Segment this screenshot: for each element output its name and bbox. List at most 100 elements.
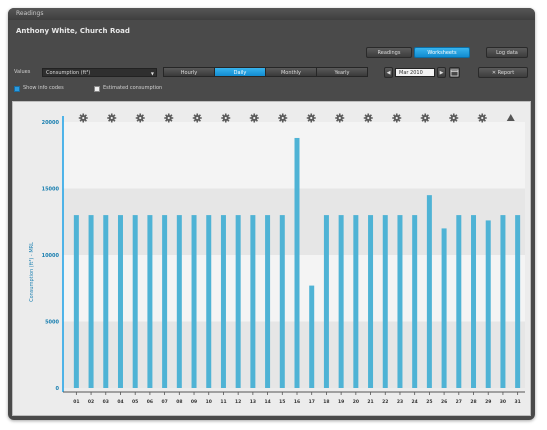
x-tick-label: 16 bbox=[294, 399, 300, 405]
bar-day-17[interactable] bbox=[309, 285, 315, 388]
bar-day-15[interactable] bbox=[279, 215, 285, 388]
x-tick-label: 31 bbox=[515, 399, 521, 405]
plot-band bbox=[63, 122, 525, 189]
tab-hourly[interactable]: Hourly bbox=[163, 67, 215, 77]
y-tick-label: 20000 bbox=[42, 120, 60, 126]
plot-band bbox=[63, 188, 525, 255]
tab-daily[interactable]: Daily bbox=[214, 67, 266, 77]
bar-day-29[interactable] bbox=[485, 220, 491, 388]
info-code-gear-icon[interactable] bbox=[335, 113, 345, 123]
x-tick-label: 08 bbox=[176, 399, 182, 405]
values-select[interactable]: Consumption (ft³) ▼ bbox=[42, 68, 157, 77]
calendar-icon[interactable] bbox=[449, 67, 460, 78]
bar-day-02[interactable] bbox=[88, 215, 94, 388]
bar-day-06[interactable] bbox=[147, 215, 153, 388]
bar-day-12[interactable] bbox=[235, 215, 241, 388]
bar-day-30[interactable] bbox=[500, 215, 506, 388]
x-tick-label: 06 bbox=[147, 399, 153, 405]
x-tick-label: 04 bbox=[117, 399, 123, 405]
x-tick-label: 15 bbox=[279, 399, 285, 405]
x-tick-label: 09 bbox=[191, 399, 197, 405]
bar-day-31[interactable] bbox=[515, 215, 521, 388]
bar-day-19[interactable] bbox=[338, 215, 344, 388]
x-tick-label: 30 bbox=[500, 399, 506, 405]
title-bar: Readings bbox=[8, 8, 535, 20]
x-tick-label: 07 bbox=[161, 399, 167, 405]
warning-triangle-icon[interactable] bbox=[506, 114, 515, 121]
values-label: Values bbox=[14, 69, 31, 75]
info-code-gear-icon[interactable] bbox=[107, 113, 117, 123]
x-tick-label: 03 bbox=[103, 399, 109, 405]
x-tick-label: 27 bbox=[456, 399, 462, 405]
worksheets-button[interactable]: Worksheets bbox=[414, 47, 470, 58]
info-code-gear-icon[interactable] bbox=[278, 113, 288, 123]
info-code-gear-icon[interactable] bbox=[221, 113, 231, 123]
readings-button[interactable]: Readings bbox=[366, 47, 412, 58]
chevron-down-icon: ▼ bbox=[150, 71, 154, 76]
x-tick-label: 10 bbox=[206, 399, 212, 405]
bar-day-16[interactable] bbox=[294, 137, 300, 388]
bar-day-27[interactable] bbox=[456, 215, 462, 388]
info-code-gear-icon[interactable] bbox=[477, 113, 487, 123]
x-tick-label: 12 bbox=[235, 399, 241, 405]
bar-day-23[interactable] bbox=[397, 215, 403, 388]
bar-day-18[interactable] bbox=[323, 215, 329, 388]
bar-day-24[interactable] bbox=[412, 215, 418, 388]
report-button[interactable]: ✕ Report bbox=[478, 67, 528, 78]
tab-yearly[interactable]: Yearly bbox=[316, 67, 368, 77]
estimated-consumption-checkbox[interactable] bbox=[94, 86, 100, 92]
x-tick-label: 02 bbox=[88, 399, 94, 405]
x-tick-label: 11 bbox=[220, 399, 226, 405]
info-code-gear-icon[interactable] bbox=[449, 113, 459, 123]
x-tick-label: 23 bbox=[397, 399, 403, 405]
bar-day-09[interactable] bbox=[191, 215, 197, 388]
estimated-consumption-label: Estimated consumption bbox=[103, 85, 163, 91]
bar-day-13[interactable] bbox=[250, 215, 256, 388]
x-tick-label: 26 bbox=[441, 399, 447, 405]
bar-day-11[interactable] bbox=[220, 215, 226, 388]
bar-day-08[interactable] bbox=[176, 215, 182, 388]
bar-day-25[interactable] bbox=[426, 195, 432, 388]
info-code-gear-icon[interactable] bbox=[363, 113, 373, 123]
arrow-left-icon[interactable]: ◀ bbox=[384, 67, 393, 78]
x-tick-label: 25 bbox=[426, 399, 432, 405]
info-code-gear-icon[interactable] bbox=[249, 113, 259, 123]
x-tick-label: 22 bbox=[382, 399, 388, 405]
info-code-gear-icon[interactable] bbox=[164, 113, 174, 123]
bar-day-01[interactable] bbox=[73, 215, 79, 388]
info-code-gear-icon[interactable] bbox=[192, 113, 202, 123]
customer-label: Anthony White, Church Road bbox=[16, 27, 130, 35]
info-code-gear-icon[interactable] bbox=[306, 113, 316, 123]
bar-day-21[interactable] bbox=[368, 215, 374, 388]
arrow-right-icon[interactable]: ▶ bbox=[437, 67, 446, 78]
show-info-codes-label: Show info codes bbox=[23, 85, 64, 91]
info-code-gear-icon[interactable] bbox=[135, 113, 145, 123]
info-code-gear-icon[interactable] bbox=[392, 113, 402, 123]
bar-day-07[interactable] bbox=[162, 215, 168, 388]
period-value: Mar 2010 bbox=[399, 70, 423, 76]
bar-day-20[interactable] bbox=[353, 215, 359, 388]
chart-area: 0 5000 10000 15000 20000 01 02 03 04 05 06 07 08 09 10… bbox=[12, 101, 531, 416]
plot-band bbox=[63, 255, 525, 322]
period-field[interactable]: Mar 2010 bbox=[395, 68, 435, 77]
tab-monthly[interactable]: Monthly bbox=[265, 67, 317, 77]
x-tick-label: 24 bbox=[412, 399, 418, 405]
bar-day-22[interactable] bbox=[382, 215, 388, 388]
readings-window: Readings Anthony White, Church Road Read… bbox=[8, 8, 535, 420]
show-info-codes-checkbox[interactable] bbox=[14, 86, 20, 92]
window-title: Readings bbox=[16, 10, 44, 17]
values-select-value: Consumption (ft³) bbox=[46, 70, 91, 76]
bar-day-04[interactable] bbox=[117, 215, 123, 388]
y-tick-label: 15000 bbox=[42, 187, 60, 193]
info-code-gear-icon[interactable] bbox=[78, 113, 88, 123]
bar-day-10[interactable] bbox=[206, 215, 212, 388]
bar-day-28[interactable] bbox=[471, 215, 477, 388]
bar-day-03[interactable] bbox=[103, 215, 109, 388]
bar-day-05[interactable] bbox=[132, 215, 138, 388]
x-tick-label: 21 bbox=[367, 399, 373, 405]
info-code-gear-icon[interactable] bbox=[420, 113, 430, 123]
bar-day-26[interactable] bbox=[441, 228, 447, 388]
bar-day-14[interactable] bbox=[265, 215, 271, 388]
log-data-button[interactable]: Log data bbox=[486, 47, 528, 58]
x-tick-label: 05 bbox=[132, 399, 138, 405]
